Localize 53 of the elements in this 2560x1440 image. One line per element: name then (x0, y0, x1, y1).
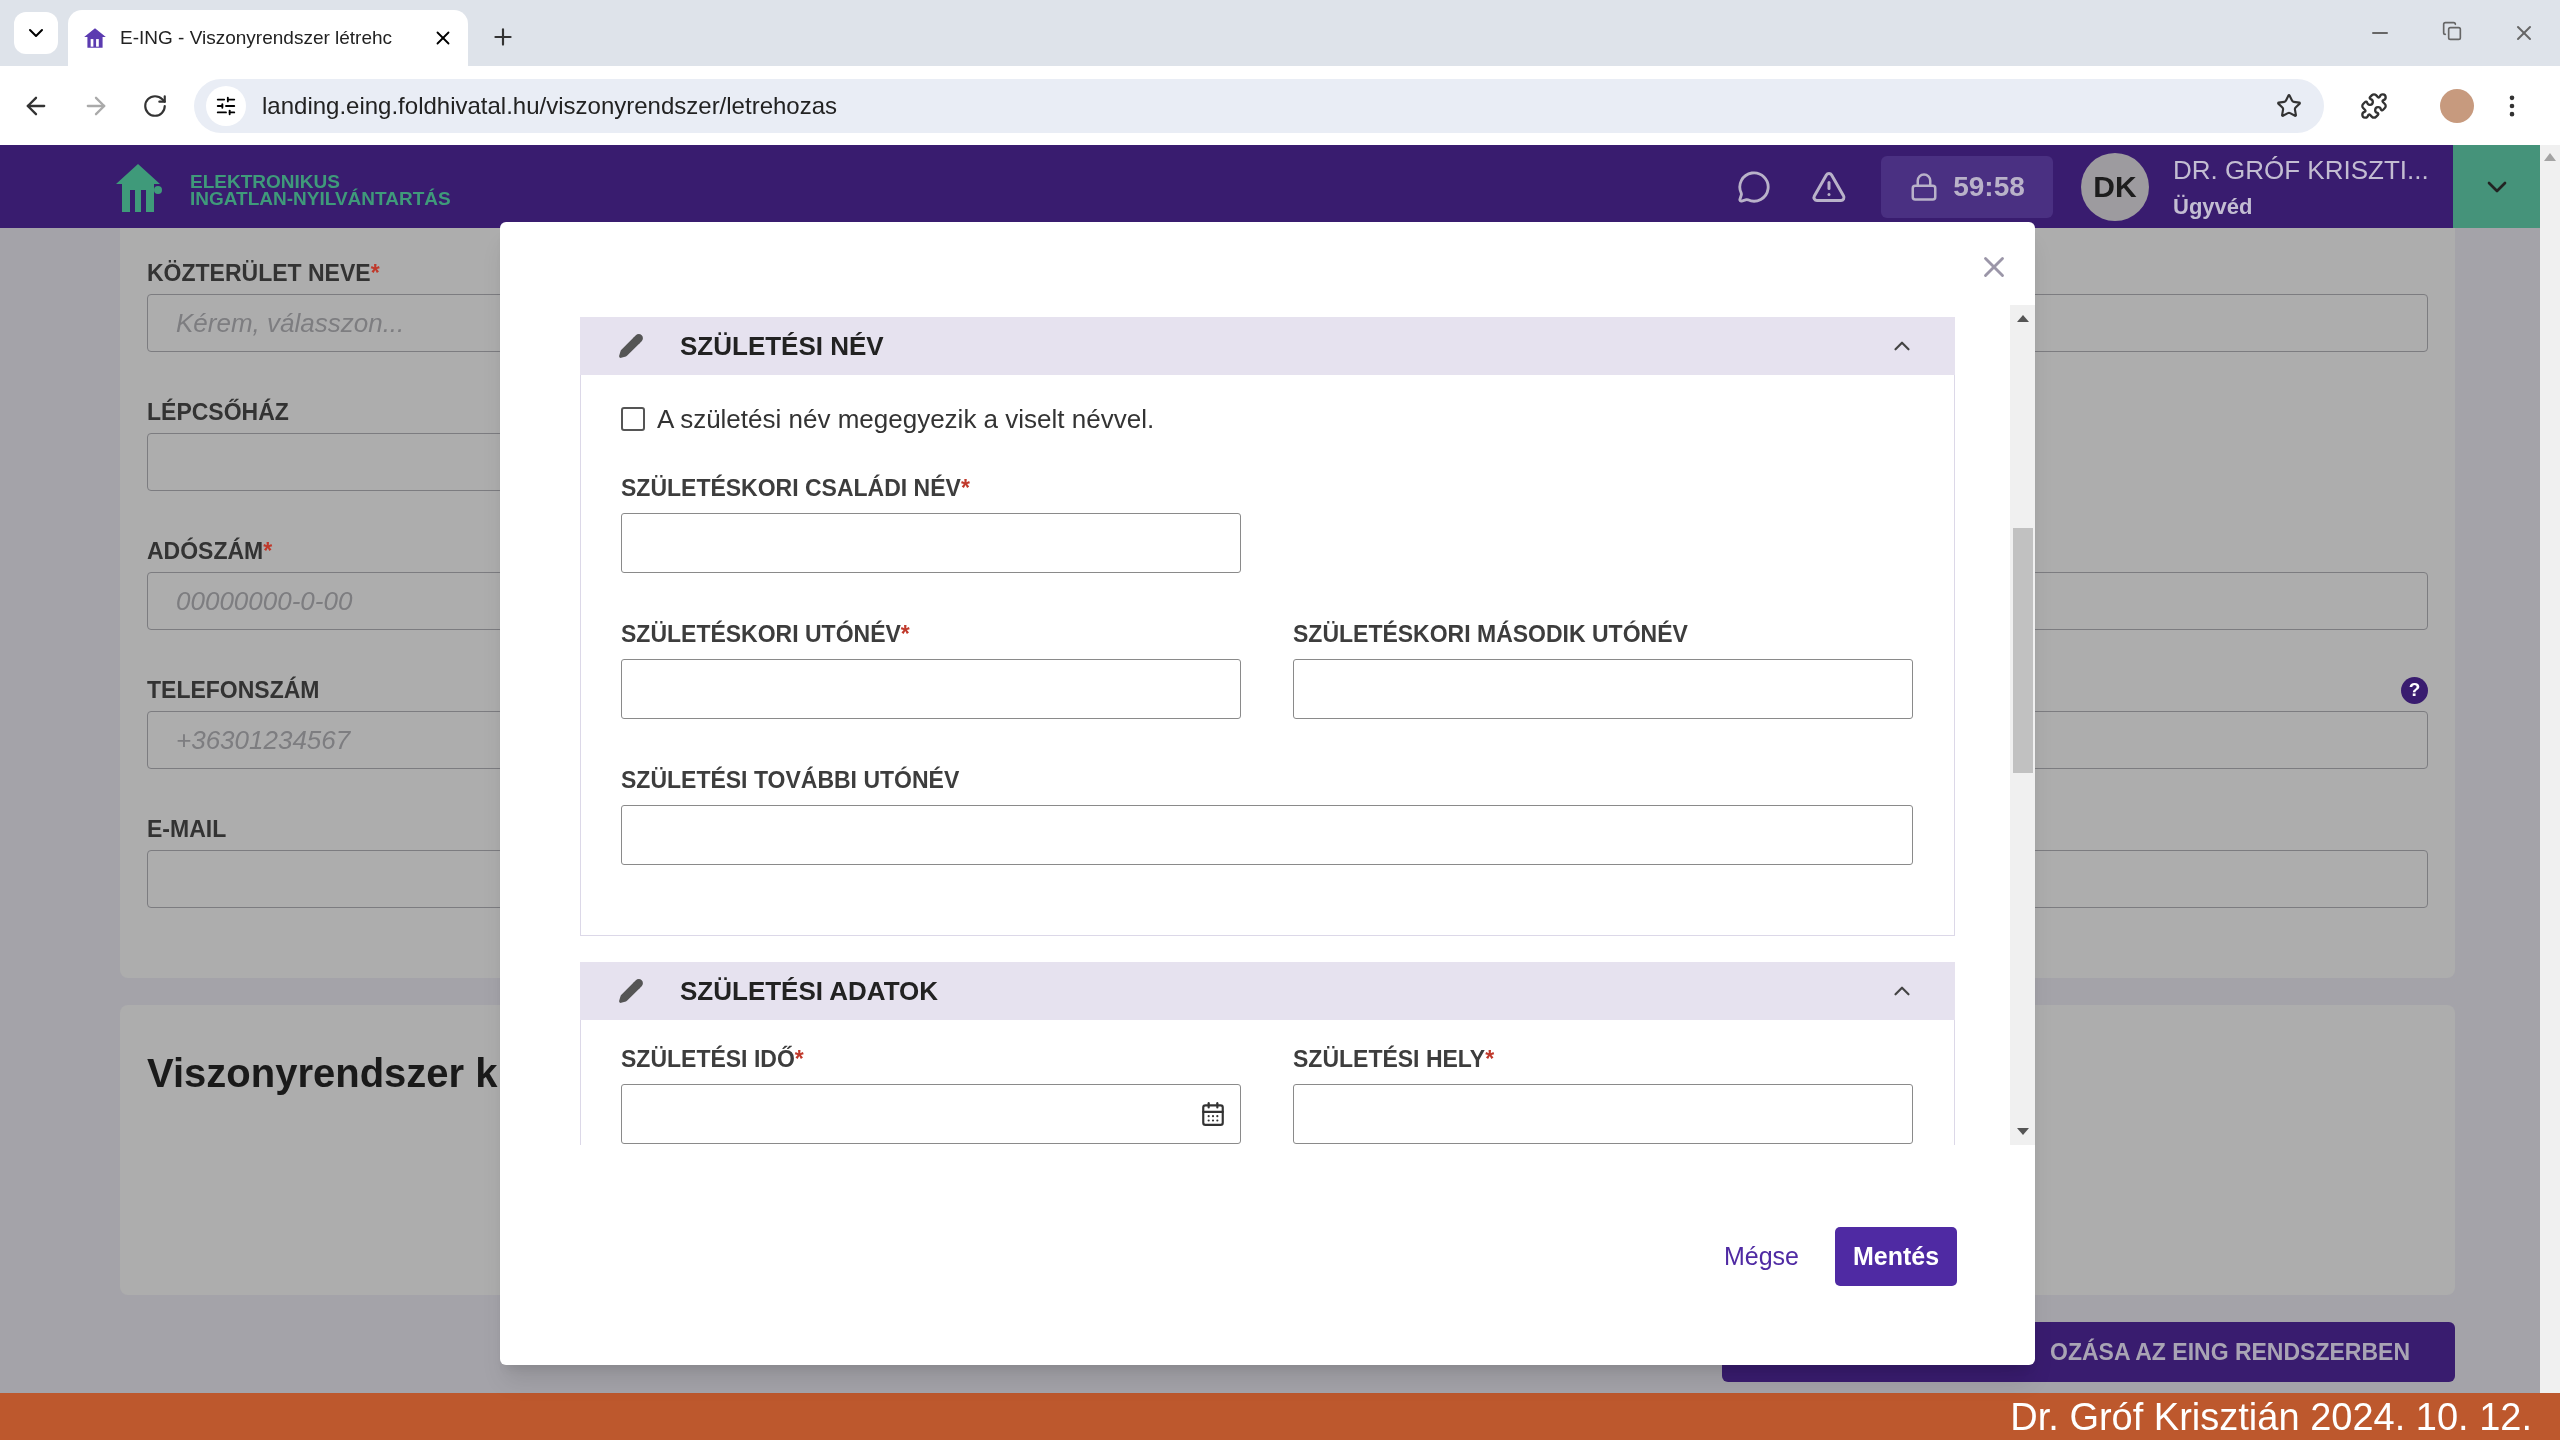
restore-icon[interactable] (2442, 21, 2462, 41)
field-label: KÖZTERÜLET NEVE* (147, 259, 380, 288)
section-heading: Viszonyrendszer k (147, 1051, 498, 1095)
text-field[interactable] (1293, 1084, 1913, 1144)
user-name: DR. GRÓF KRISZTI... (2173, 153, 2430, 187)
url-text: landing.eing.foldhivatal.hu/viszonyrendszer/letrehozas (262, 90, 838, 121)
site-settings-icon[interactable] (215, 94, 237, 117)
lock-icon (1909, 171, 1940, 202)
bookmark-star-icon[interactable] (2276, 92, 2302, 119)
checkbox[interactable] (621, 407, 645, 431)
caption-text: Dr. Gróf Krisztián 2024. 10. 12. (2010, 1394, 2532, 1439)
field-label: E-MAIL (147, 815, 227, 844)
text-field[interactable] (1293, 659, 1913, 719)
text-field[interactable] (621, 659, 1241, 719)
extensions-icon[interactable] (2360, 91, 2388, 120)
date-field[interactable] (621, 1084, 1241, 1144)
field-label: SZÜLETÉSI IDŐ* (621, 1044, 804, 1074)
text-field[interactable] (621, 805, 1913, 865)
browser-tab[interactable]: E-ING - Viszonyrendszer létrehc (68, 10, 468, 66)
field-label: SZÜLETÉSI HELY* (1293, 1044, 1495, 1074)
tab-title: E-ING - Viszonyrendszer létrehc (120, 25, 394, 50)
cancel-link[interactable]: Mégse (1723, 1237, 1799, 1276)
field-label: SZÜLETÉSKORI MÁSODIK UTÓNÉV (1293, 619, 1688, 649)
section-header[interactable]: SZÜLETÉSI ADATOK (580, 962, 1955, 1020)
checkbox-label: A születési név megegyezik a viselt névvel. (657, 402, 1155, 436)
logo-text: INGATLAN-NYILVÁNTARTÁS (190, 189, 451, 207)
timer-text: 59:58 (1953, 169, 2025, 204)
field-label: TELEFONSZÁM (147, 675, 320, 705)
save-button[interactable]: Mentés (1835, 1227, 1957, 1286)
field-label: SZÜLETÉSI TOVÁBBI UTÓNÉV (621, 765, 960, 795)
user-role: Ügyvéd (2173, 192, 2254, 221)
user-avatar[interactable]: DK (2081, 152, 2149, 221)
modal-scrollbar[interactable] (2010, 305, 2035, 1145)
chat-icon[interactable] (1737, 169, 1771, 204)
section-header[interactable]: SZÜLETÉSI NÉV (580, 317, 1955, 375)
tab-list-button[interactable] (14, 12, 58, 54)
field-label: SZÜLETÉSKORI UTÓNÉV* (621, 619, 910, 649)
reload-icon[interactable] (142, 92, 168, 119)
profile-avatar[interactable] (2440, 88, 2474, 123)
address-bar[interactable]: landing.eing.foldhivatal.hu/viszonyrendszer/letrehozas (194, 78, 2324, 133)
field-label: SZÜLETÉSKORI CSALÁDI NÉV* (621, 473, 970, 503)
house-logo-icon[interactable] (116, 161, 164, 212)
help-icon[interactable]: ? (2401, 677, 2428, 704)
calendar-icon[interactable] (1200, 1101, 1226, 1127)
pencil-icon (618, 978, 644, 1004)
section-title: SZÜLETÉSI NÉV (680, 329, 885, 363)
pencil-icon (618, 333, 644, 359)
field-label: LÉPCSŐHÁZ (147, 397, 289, 427)
logo-text: ELEKTRONIKUS (190, 172, 340, 190)
section-title: SZÜLETÉSI ADATOK (680, 974, 940, 1008)
field-label: ADÓSZÁM* (147, 536, 273, 566)
page-scrollbar[interactable] (2540, 145, 2560, 1393)
text-field[interactable] (621, 513, 1241, 573)
